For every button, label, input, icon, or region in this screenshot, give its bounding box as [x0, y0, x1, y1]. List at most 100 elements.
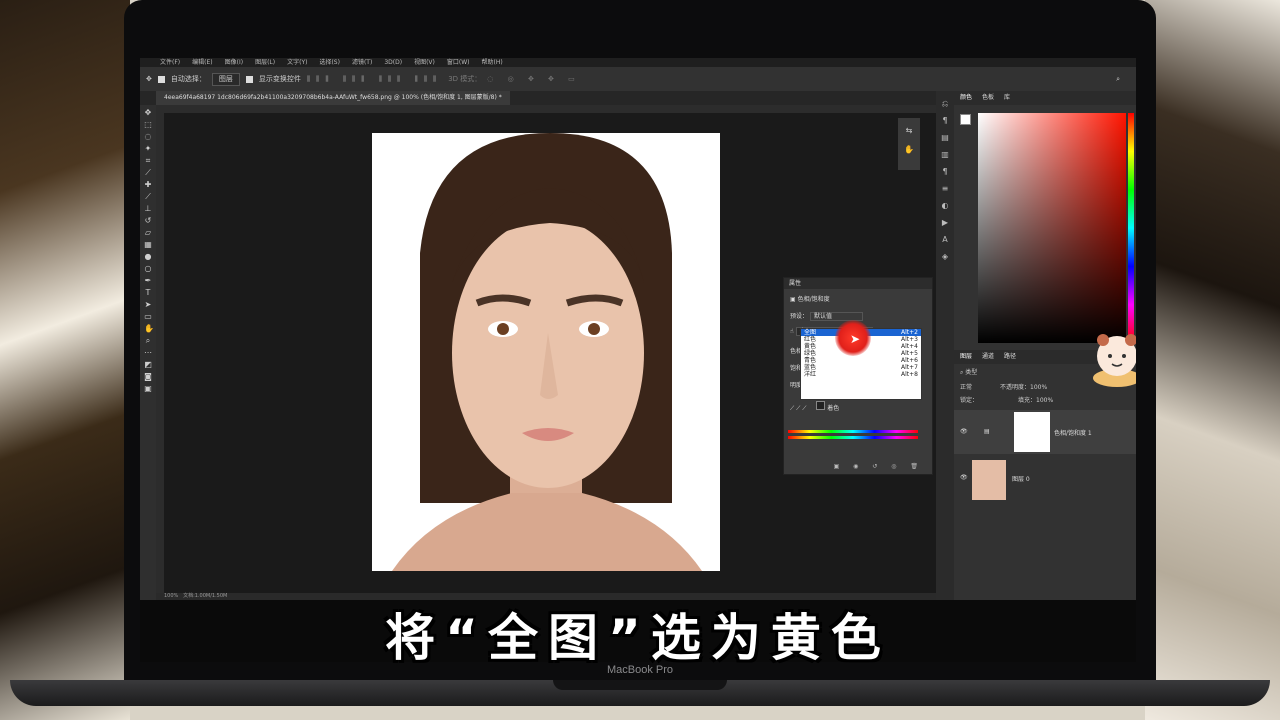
- clone-source-icon[interactable]: ▤: [941, 134, 949, 142]
- screen-mode-icon[interactable]: ▣: [144, 385, 152, 393]
- panel-icon-strip: ⎌ ¶ ▤ ▥ ¶ ≡ ◐ ▶ A ◈: [936, 91, 954, 600]
- eye-icon[interactable]: 👁: [960, 474, 968, 481]
- tab-swatches[interactable]: 色板: [982, 91, 994, 105]
- adjustments-icon[interactable]: ◐: [941, 202, 949, 210]
- hue-range-bar-bottom: [788, 436, 918, 439]
- photoshop-window: 文件(F) 编辑(E) 图像(I) 图层(L) 文字(Y) 选择(S) 滤镜(T…: [140, 58, 1136, 600]
- foreground-color-swatch[interactable]: [960, 114, 971, 125]
- adjust-icon[interactable]: ⇆: [898, 126, 920, 135]
- quick-mask-icon[interactable]: ◙: [144, 373, 152, 381]
- character-icon[interactable]: ▥: [941, 151, 949, 159]
- dodge-tool-icon[interactable]: ○: [144, 265, 152, 273]
- layer-row[interactable]: 👁 图层 0: [954, 456, 1136, 500]
- move-tool-icon[interactable]: ✥: [146, 75, 152, 83]
- search-icon: ⌕: [960, 369, 964, 376]
- tab-channels[interactable]: 通道: [982, 350, 994, 364]
- gradient-tool-icon[interactable]: ▦: [144, 241, 152, 249]
- show-transform-checkbox[interactable]: [245, 75, 253, 83]
- brush-panel-icon[interactable]: ¶: [941, 117, 949, 125]
- healing-brush-icon[interactable]: ✚: [144, 181, 152, 189]
- colorize-checkbox[interactable]: [816, 401, 826, 410]
- lock-label: 锁定：: [960, 397, 979, 404]
- color-swatches-icon[interactable]: ◩: [144, 361, 152, 369]
- hue-slider[interactable]: [1128, 113, 1134, 343]
- mouse-pointer-icon: ➤: [850, 332, 861, 346]
- glyph-icon[interactable]: A: [941, 236, 949, 244]
- marquee-tool-icon[interactable]: ⬚: [144, 121, 152, 129]
- properties-icon[interactable]: ≡: [941, 185, 949, 193]
- magic-wand-tool-icon[interactable]: ✦: [144, 145, 152, 153]
- layer-name: 色相/饱和度 1: [1054, 430, 1092, 437]
- move-tool-icon[interactable]: ✥: [144, 109, 152, 117]
- fill-value[interactable]: 100%: [1036, 397, 1053, 404]
- preset-label: 预设：: [790, 313, 809, 320]
- channel-option[interactable]: 蓝色 Alt+7: [801, 364, 921, 371]
- layer-kind-filter[interactable]: 类型: [965, 369, 977, 376]
- menu-select[interactable]: 选择(S): [319, 58, 340, 67]
- menu-bar: 文件(F) 编辑(E) 图像(I) 图层(L) 文字(Y) 选择(S) 滤镜(T…: [140, 58, 1136, 67]
- channel-option[interactable]: 青色 Alt+6: [801, 357, 921, 364]
- eyedropper-tool-icon[interactable]: ⟋: [144, 169, 152, 177]
- lock-row: 锁定： 填充：100%: [954, 393, 1136, 406]
- opacity-label: 不透明度：: [1000, 384, 1031, 391]
- menu-layer[interactable]: 图层(L): [255, 58, 275, 67]
- type-tool-icon[interactable]: T: [144, 289, 152, 297]
- path-select-icon[interactable]: ➤: [144, 301, 152, 309]
- lasso-tool-icon[interactable]: ◌: [144, 133, 152, 141]
- crop-tool-icon[interactable]: ⌗: [144, 157, 152, 165]
- rectangle-tool-icon[interactable]: ▭: [144, 313, 152, 321]
- actions-icon[interactable]: ▶: [941, 219, 949, 227]
- zoom-tool-icon[interactable]: ⌕: [144, 337, 152, 345]
- colorize-label: 着色: [827, 405, 840, 412]
- more-tools-icon[interactable]: ⋯: [144, 349, 152, 357]
- styles-icon[interactable]: ◈: [941, 253, 949, 261]
- pen-tool-icon[interactable]: ✒: [144, 277, 152, 285]
- auto-select-dropdown[interactable]: 图层: [211, 72, 240, 86]
- mascot-sticker: [1093, 334, 1136, 387]
- menu-type[interactable]: 文字(Y): [287, 58, 307, 67]
- menu-window[interactable]: 窗口(W): [447, 58, 470, 67]
- document-tab[interactable]: 4eea69f4a68197 1dc806d69fa2b41100a320970…: [156, 91, 510, 105]
- tab-layers[interactable]: 图层: [960, 350, 972, 364]
- adjustment-icon: ▣: [790, 296, 796, 303]
- hue-range-bar-top: [788, 430, 918, 433]
- eraser-tool-icon[interactable]: ▱: [144, 229, 152, 237]
- layer-row[interactable]: 👁 ▤ 色相/饱和度 1: [954, 410, 1136, 454]
- eye-icon[interactable]: 👁: [960, 428, 968, 435]
- color-picker-field[interactable]: [978, 113, 1126, 343]
- show-transform-label: 显示变换控件: [258, 75, 301, 83]
- adjustment-name-row: ▣ 色相/饱和度: [784, 289, 932, 308]
- tab-color[interactable]: 颜色: [960, 91, 972, 105]
- menu-edit[interactable]: 编辑(E): [192, 58, 212, 67]
- search-icon[interactable]: ⌕: [1116, 75, 1120, 84]
- hand-tool-icon[interactable]: ✋: [144, 325, 154, 333]
- brush-tool-icon[interactable]: ⟋: [144, 193, 152, 201]
- options-bar: ✥ 自动选择： 图层 显示变换控件 ⫼⫼⫼ ⫼⫼⫼ ⫼⫼⫼ ⫼⫼⫼ 3D 模式：…: [140, 67, 1136, 91]
- document-image[interactable]: [372, 133, 720, 571]
- menu-help[interactable]: 帮助(H): [482, 58, 503, 67]
- opacity-value[interactable]: 100%: [1030, 384, 1047, 391]
- background-artwork-right: [1145, 0, 1280, 720]
- menu-view[interactable]: 视图(V): [414, 58, 435, 67]
- target-hand-icon[interactable]: ☝: [790, 328, 794, 335]
- menu-filter[interactable]: 滤镜(T): [352, 58, 372, 67]
- properties-footer-icons[interactable]: ▣ ◉ ↺ ◎ 🗑: [834, 463, 924, 470]
- menu-file[interactable]: 文件(F): [160, 58, 180, 67]
- paragraph-icon[interactable]: ¶: [941, 168, 949, 176]
- menu-image[interactable]: 图像(I): [225, 58, 243, 67]
- hand-icon[interactable]: ✋: [898, 145, 920, 154]
- blur-tool-icon[interactable]: ●: [144, 253, 152, 261]
- tab-paths[interactable]: 路径: [1004, 350, 1016, 364]
- auto-select-checkbox[interactable]: [157, 75, 165, 83]
- stamp-tool-icon[interactable]: ⊥: [144, 205, 152, 213]
- channel-option[interactable]: 洋红 Alt+8: [801, 371, 921, 378]
- mini-tool-panel: ⇆ ✋: [898, 118, 920, 170]
- eyedropper-icons[interactable]: ⟋ ⟋ ⟋: [790, 405, 806, 412]
- menu-3d[interactable]: 3D(D): [384, 58, 402, 67]
- 3d-tool-icons[interactable]: ◌ ◎ ✥ ✥ ▭: [487, 75, 580, 83]
- blend-mode-dropdown[interactable]: 正常: [960, 382, 972, 391]
- align-icons[interactable]: ⫼⫼⫼ ⫼⫼⫼ ⫼⫼⫼ ⫼⫼⫼: [307, 75, 442, 84]
- history-icon[interactable]: ⎌: [941, 100, 949, 108]
- history-brush-icon[interactable]: ↺: [144, 217, 152, 225]
- tab-libraries[interactable]: 库: [1004, 91, 1010, 105]
